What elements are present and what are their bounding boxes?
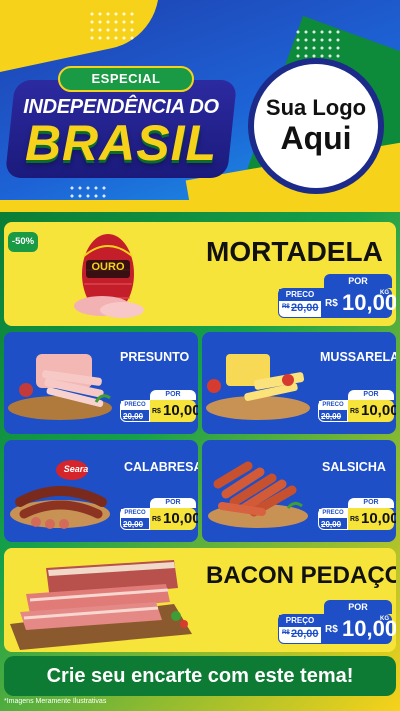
price-value: 10,00 [361,510,396,527]
price-tag-mortadela: POR PRECO R$ 20,00 R$ 10,00 KG [278,274,396,320]
old-price: 20,00 [321,412,342,421]
por-label: POR [150,498,196,508]
old-price-box: PRECO 20,00 [120,508,150,530]
price-tag-salsicha: POR PRECO 20,00 R$ 10,00 [318,498,396,532]
preco-label: PREÇO [279,615,321,627]
price-value: 10,00 [361,402,396,419]
old-price: 20,00 [321,520,342,529]
price-unit: KG [380,616,389,622]
por-label: POR [150,390,196,400]
new-price-box: R$ 10,00 [150,508,198,530]
price-tag-calabresa: POR PRECO 20,00 R$ 10,00 [120,498,198,532]
preco-label: PRECO [121,401,149,410]
dot-pattern [68,184,108,200]
title-tag: ESPECIAL [58,66,194,92]
title-line-2: BRASIL [24,115,218,171]
logo-text-2: Aqui [280,120,352,156]
old-price-prefix: R$ [282,304,290,310]
por-label: POR [348,390,394,400]
currency: R$ [152,408,161,415]
dot-pattern [294,28,344,58]
product-title-presunto: PRESUNTO [120,350,190,364]
currency: R$ [152,516,161,523]
mortadela-image [74,234,144,318]
preco-label: PRECO [121,509,149,518]
salsicha-image [208,461,308,528]
price-tag-presunto: POR PRECO 20,00 R$ 10,00 [120,390,198,424]
old-price-box: PRECO 20,00 [318,508,348,530]
old-price-box: PREÇO R$ 20,00 [278,614,322,644]
new-price-box: R$ 10,00 KG [322,614,396,644]
currency: R$ [350,408,359,415]
por-label: POR [348,498,394,508]
mussarela-image [206,354,310,420]
old-price: 20,00 [291,628,319,640]
product-title-mussarela: MUSSARELA [320,350,396,364]
price-value: 10,00 [163,402,198,419]
preco-label: PRECO [319,401,347,410]
calabresa-brand: Seara [63,464,89,474]
logo-placeholder[interactable]: Sua Logo Aqui [248,58,384,194]
bacon-image [10,560,192,650]
product-title-bacon: BACON PEDAÇO [206,562,396,589]
product-card-calabresa[interactable]: Seara CALABRESA POR PRECO 20,00 R$ 10,00 [4,440,198,542]
new-price-box: R$ 10,00 KG [322,288,396,318]
logo-text-1: Sua Logo [265,95,367,120]
new-price-box: R$ 10,00 [150,400,198,422]
old-price: 20,00 [123,412,144,421]
currency: R$ [350,516,359,523]
product-card-bacon[interactable]: BACON PEDAÇO POR PREÇO R$ 20,00 R$ 10,00… [4,548,396,652]
preco-label: PRECO [279,289,321,301]
mortadela-brand: OURO [91,261,125,273]
product-title-calabresa: CALABRESA [124,460,198,474]
header-bottom-band [0,200,400,212]
old-price-box: PRECO R$ 20,00 [278,288,322,318]
old-price-box: PRECO 20,00 [318,400,348,422]
new-price-box: R$ 10,00 [348,508,396,530]
old-price-prefix: R$ [282,630,290,636]
product-card-presunto[interactable]: PRESUNTO POR PRECO 20,00 R$ 10,00 [4,332,198,434]
preco-label: PRECO [319,509,347,518]
por-label: POR [324,600,392,614]
price-unit: KG [380,290,389,296]
old-price: 20,00 [123,520,144,529]
cta-banner[interactable]: Crie seu encarte com este tema! [4,656,396,696]
currency: R$ [325,298,338,309]
new-price-box: R$ 10,00 [348,400,396,422]
product-title-mortadela: MORTADELA [206,236,383,267]
por-label: POR [324,274,392,288]
disclaimer-text: *Imagens Meramente Ilustrativas [4,698,107,705]
price-value: 10,00 [163,510,198,527]
old-price: 20,00 [291,302,319,314]
product-title-salsicha: SALSICHA [322,460,386,474]
dot-pattern [88,10,138,40]
price-tag-bacon: POR PREÇO R$ 20,00 R$ 10,00 KG [278,600,396,646]
old-price-box: PRECO 20,00 [120,400,150,422]
product-card-mortadela[interactable]: OURO MORTADELA POR PRECO R$ 20,00 R$ 10,… [4,222,396,326]
header-banner: ESPECIAL INDEPENDÊNCIA DO BRASIL Sua Log… [0,0,400,212]
product-card-salsicha[interactable]: SALSICHA POR PRECO 20,00 R$ 10,00 [202,440,396,542]
campaign-title: ESPECIAL INDEPENDÊNCIA DO BRASIL [4,66,238,186]
presunto-image [8,354,112,420]
price-tag-mussarela: POR PRECO 20,00 R$ 10,00 [318,390,396,424]
currency: R$ [325,624,338,635]
product-card-mussarela[interactable]: MUSSARELA POR PRECO 20,00 R$ 10,00 [202,332,396,434]
discount-badge: -50% [8,232,38,252]
